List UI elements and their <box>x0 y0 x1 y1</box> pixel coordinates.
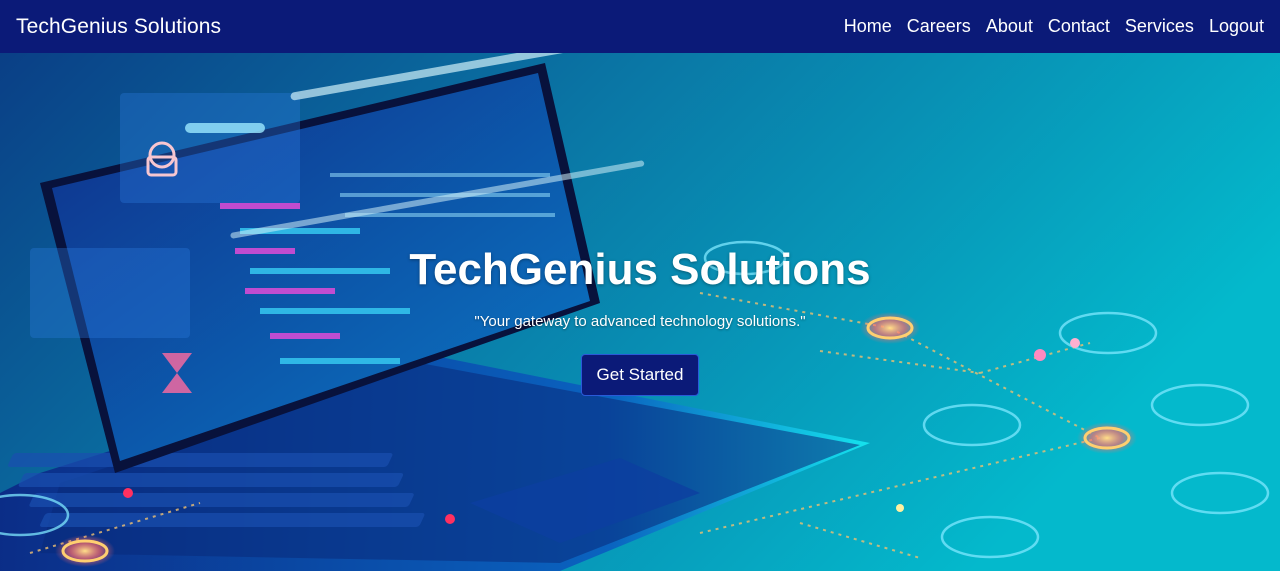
get-started-button[interactable]: Get Started <box>580 354 700 396</box>
brand-logo-text[interactable]: TechGenius Solutions <box>16 15 221 39</box>
nav-logout-link[interactable]: Logout <box>1209 16 1264 37</box>
hero-content: TechGenius Solutions "Your gateway to ad… <box>0 53 1280 571</box>
nav-home-link[interactable]: Home <box>844 16 892 37</box>
nav-links: Home Careers About Contact Services Logo… <box>829 16 1264 37</box>
hero-tagline: "Your gateway to advanced technology sol… <box>474 313 806 330</box>
nav-careers-link[interactable]: Careers <box>907 16 971 37</box>
hero-section: TechGenius Solutions "Your gateway to ad… <box>0 53 1280 571</box>
nav-contact-link[interactable]: Contact <box>1048 16 1110 37</box>
hero-title: TechGenius Solutions <box>409 245 871 294</box>
nav-about-link[interactable]: About <box>986 16 1033 37</box>
top-navbar: TechGenius Solutions Home Careers About … <box>0 0 1280 53</box>
nav-services-link[interactable]: Services <box>1125 16 1194 37</box>
